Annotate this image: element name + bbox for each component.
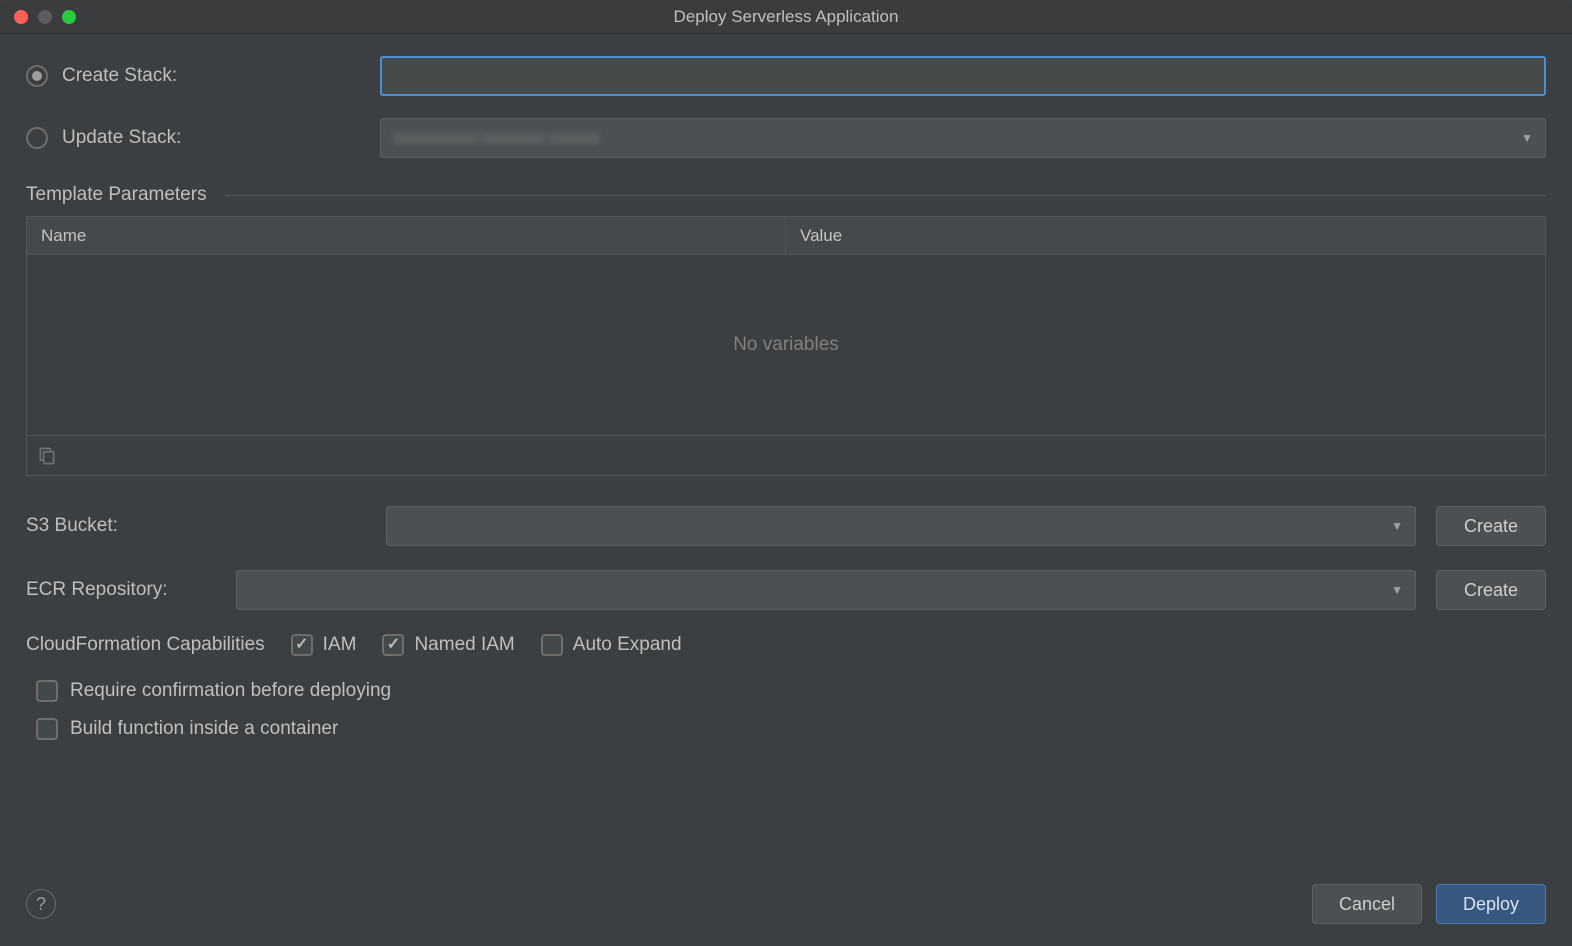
auto-expand-checkbox[interactable]: [541, 634, 563, 656]
create-stack-label: Create Stack:: [62, 65, 177, 87]
template-parameters-label: Template Parameters: [26, 184, 207, 206]
col-value[interactable]: Value: [786, 226, 1545, 246]
iam-checkbox[interactable]: [291, 634, 313, 656]
auto-expand-checkbox-item[interactable]: Auto Expand: [541, 634, 682, 656]
col-name[interactable]: Name: [27, 217, 786, 254]
chevron-down-icon: ▼: [1391, 519, 1403, 533]
dialog-content: Create Stack: Update Stack: xxxxxxxxxx-x…: [0, 34, 1572, 946]
ecr-repo-label: ECR Repository:: [26, 579, 216, 601]
update-stack-row: Update Stack: xxxxxxxxxx-xxxxxxx-xxxxxx …: [26, 118, 1546, 158]
close-window-button[interactable]: [14, 10, 28, 24]
capabilities-label: CloudFormation Capabilities: [26, 634, 265, 656]
ecr-repo-select[interactable]: ▼: [236, 570, 1416, 610]
ecr-create-button[interactable]: Create: [1436, 570, 1546, 610]
named-iam-checkbox-item[interactable]: Named IAM: [382, 634, 514, 656]
auto-expand-label: Auto Expand: [573, 634, 682, 656]
create-stack-radio-group[interactable]: Create Stack:: [26, 65, 366, 87]
create-stack-row: Create Stack:: [26, 56, 1546, 96]
require-confirmation-row[interactable]: Require confirmation before deploying: [36, 680, 1546, 702]
build-container-row[interactable]: Build function inside a container: [36, 718, 1546, 740]
s3-bucket-select[interactable]: ▼: [386, 506, 1416, 546]
chevron-down-icon: ▼: [1391, 583, 1403, 597]
build-container-checkbox[interactable]: [36, 718, 58, 740]
iam-label: IAM: [323, 634, 357, 656]
update-stack-value-obscured: xxxxxxxxxx-xxxxxxx-xxxxxx: [393, 128, 600, 148]
divider: [225, 195, 1546, 196]
deploy-serverless-dialog: Deploy Serverless Application Create Sta…: [0, 0, 1572, 946]
named-iam-checkbox[interactable]: [382, 634, 404, 656]
iam-checkbox-item[interactable]: IAM: [291, 634, 357, 656]
update-stack-radio[interactable]: [26, 127, 48, 149]
table-header: Name Value: [27, 217, 1545, 255]
create-stack-input[interactable]: [380, 56, 1546, 96]
require-confirmation-checkbox[interactable]: [36, 680, 58, 702]
require-confirmation-label: Require confirmation before deploying: [70, 680, 391, 702]
template-parameters-header: Template Parameters: [26, 184, 1546, 206]
update-stack-label: Update Stack:: [62, 127, 181, 149]
capabilities-row: CloudFormation Capabilities IAM Named IA…: [26, 634, 1546, 656]
minimize-window-button[interactable]: [38, 10, 52, 24]
dialog-footer: ? Cancel Deploy: [26, 870, 1546, 924]
ecr-repo-row: ECR Repository: ▼ Create: [26, 570, 1546, 610]
copy-icon[interactable]: [37, 446, 57, 466]
cancel-button[interactable]: Cancel: [1312, 884, 1422, 924]
table-empty: No variables: [27, 255, 1545, 435]
s3-bucket-label: S3 Bucket:: [26, 515, 366, 537]
s3-create-button[interactable]: Create: [1436, 506, 1546, 546]
update-stack-radio-group[interactable]: Update Stack:: [26, 127, 366, 149]
update-stack-select[interactable]: xxxxxxxxxx-xxxxxxx-xxxxxx ▼: [380, 118, 1546, 158]
s3-bucket-row: S3 Bucket: ▼ Create: [26, 506, 1546, 546]
template-parameters-table: Name Value No variables: [26, 216, 1546, 476]
help-button[interactable]: ?: [26, 889, 56, 919]
create-stack-radio[interactable]: [26, 65, 48, 87]
maximize-window-button[interactable]: [62, 10, 76, 24]
chevron-down-icon: ▼: [1521, 131, 1533, 145]
window-title: Deploy Serverless Application: [0, 7, 1572, 27]
window-controls: [0, 10, 76, 24]
named-iam-label: Named IAM: [414, 634, 514, 656]
titlebar: Deploy Serverless Application: [0, 0, 1572, 34]
table-footer: [27, 435, 1545, 475]
deploy-button[interactable]: Deploy: [1436, 884, 1546, 924]
build-container-label: Build function inside a container: [70, 718, 338, 740]
